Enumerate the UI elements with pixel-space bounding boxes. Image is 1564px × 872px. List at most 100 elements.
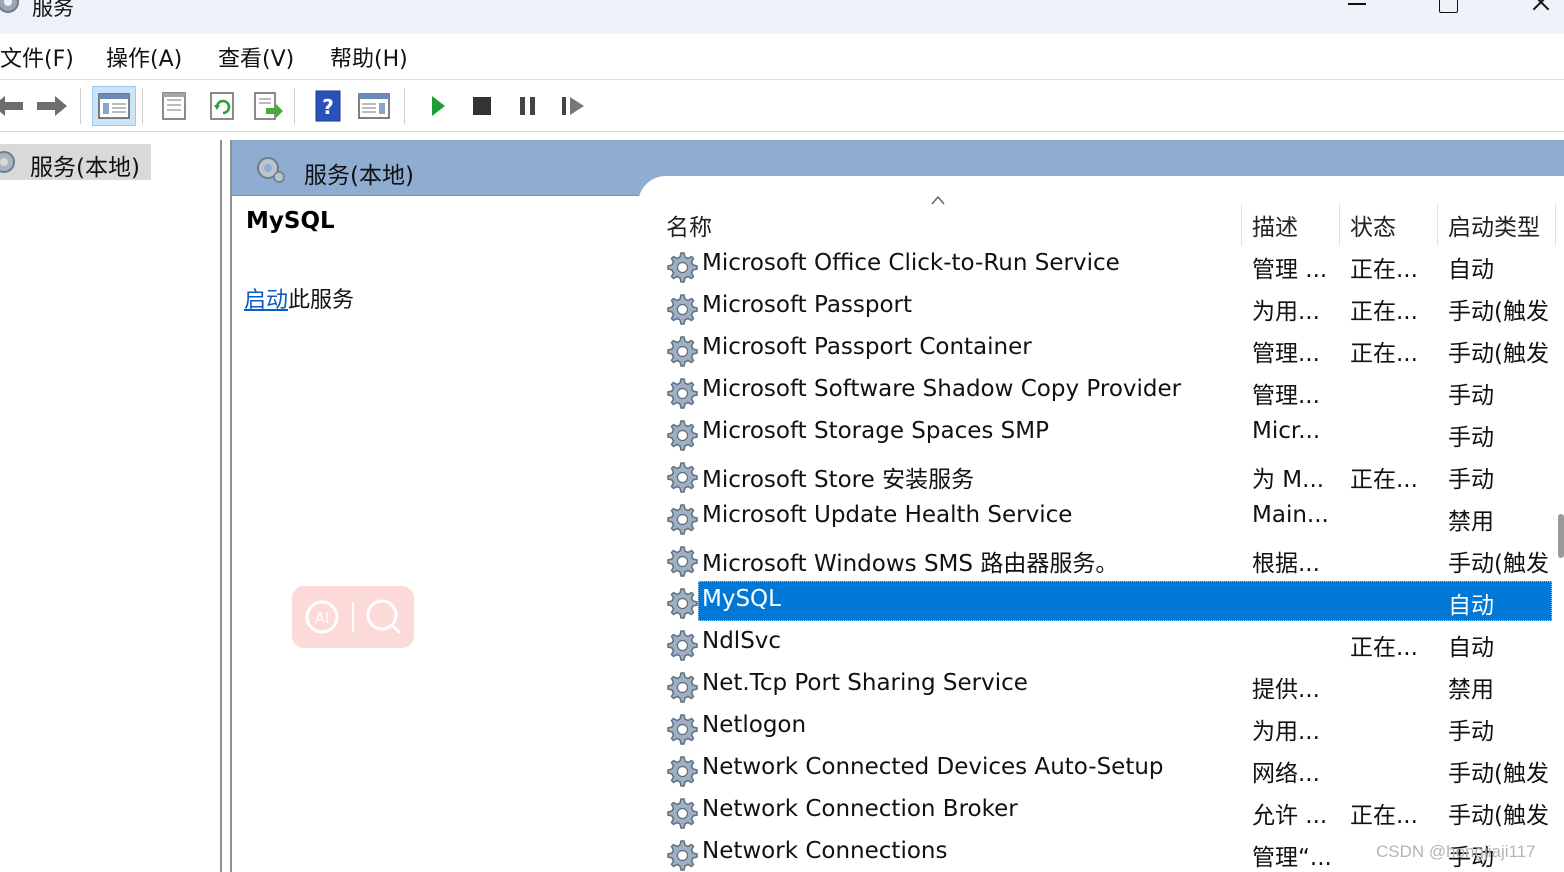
service-status: 正在... <box>1350 257 1418 283</box>
pane-title: 服务(本地) <box>304 163 414 189</box>
service-description: 网络... <box>1252 761 1320 787</box>
services-gear-icon <box>257 157 285 183</box>
tree-item-label: 服务(本地) <box>30 155 140 181</box>
service-startup-type: 手动(触发 <box>1448 551 1549 577</box>
service-gear-icon <box>664 627 698 661</box>
service-row[interactable]: Microsoft Office Click-to-Run Service 管理 … <box>646 244 1564 286</box>
service-description: Main... <box>1252 502 1329 528</box>
refresh-icon[interactable] <box>200 86 244 126</box>
service-description: 允许 ... <box>1252 803 1328 829</box>
service-name: Network Connected Devices Auto-Setup <box>702 754 1164 780</box>
service-gear-icon <box>664 669 698 703</box>
service-row[interactable]: Network Connection Broker 允许 ... 正在... 手动(触… <box>646 790 1564 832</box>
service-startup-type: 手动 <box>1448 425 1494 451</box>
service-row[interactable]: Netlogon 为用... 手动 <box>646 706 1564 748</box>
pause-service-icon[interactable] <box>506 86 550 126</box>
maximize-button[interactable] <box>1425 0 1471 18</box>
service-row[interactable]: Microsoft Store 安装服务 为 M... 正在... 手动 <box>646 454 1564 496</box>
service-row[interactable]: Microsoft Storage Spaces SMP Micr... 手动 <box>646 412 1564 454</box>
service-gear-icon <box>664 459 698 493</box>
service-startup-type: 手动 <box>1448 383 1494 409</box>
service-gear-icon <box>664 249 698 283</box>
close-button[interactable] <box>1518 0 1564 18</box>
service-startup-type: 手动(触发 <box>1448 761 1549 787</box>
service-row[interactable]: Network Connected Devices Auto-Setup 网络..… <box>646 748 1564 790</box>
vertical-scrollbar-thumb[interactable] <box>1558 514 1564 558</box>
service-row[interactable]: Microsoft Update Health Service Main... 禁用 <box>646 496 1564 538</box>
restart-service-icon[interactable] <box>552 86 596 126</box>
help-icon[interactable]: ? <box>306 86 350 126</box>
console-tree: 服务(本地) <box>0 140 222 872</box>
back-arrow-icon[interactable] <box>0 86 30 126</box>
show-action-pane-icon[interactable] <box>352 86 396 126</box>
service-description: 为 M... <box>1252 467 1325 493</box>
service-name: Network Connections <box>702 838 948 864</box>
service-name: Netlogon <box>702 712 807 738</box>
service-startup-type: 自动 <box>1448 257 1494 283</box>
services-gear-icon <box>0 0 19 13</box>
services-gear-icon <box>0 151 15 173</box>
menu-help[interactable]: 帮助(H) <box>330 41 408 73</box>
menu-action[interactable]: 操作(A) <box>106 41 182 73</box>
selected-service-title: MySQL <box>246 208 335 234</box>
service-name: Microsoft Windows SMS 路由器服务。 <box>702 551 1119 577</box>
service-description: 为用... <box>1252 719 1320 745</box>
service-status: 正在... <box>1350 467 1418 493</box>
service-startup-type: 手动(触发 <box>1448 803 1549 829</box>
service-row[interactable]: MySQL 自动 <box>646 580 1564 622</box>
ai-search-icon: AI <box>305 599 402 635</box>
minimize-button[interactable] <box>1334 0 1380 18</box>
watermark: CSDN @hongjiaji117 <box>1376 842 1536 861</box>
service-row[interactable]: Microsoft Passport 为用... 正在... 手动(触发 <box>646 286 1564 328</box>
ai-assistant-badge[interactable]: AI <box>292 586 414 648</box>
service-status: 正在... <box>1350 341 1418 367</box>
service-description: 管理 ... <box>1252 257 1328 283</box>
start-service-link[interactable]: 启动 <box>244 288 288 313</box>
service-action-text: 启动此服务 <box>244 282 354 314</box>
start-service-icon[interactable] <box>416 86 460 126</box>
service-row[interactable]: Microsoft Passport Container 管理... 正在... 手动… <box>646 328 1564 370</box>
service-status: 正在... <box>1350 635 1418 661</box>
service-startup-type: 禁用 <box>1448 509 1494 535</box>
export-list-icon[interactable] <box>246 86 290 126</box>
service-description: 根据... <box>1252 551 1320 577</box>
service-name: Microsoft Software Shadow Copy Provider <box>702 376 1182 402</box>
service-row[interactable]: Microsoft Windows SMS 路由器服务。 根据... 手动(触发 <box>646 538 1564 580</box>
show-hide-console-tree-icon[interactable] <box>92 86 136 126</box>
window-title: 服务 <box>32 0 74 20</box>
service-name: Microsoft Storage Spaces SMP <box>702 418 1049 444</box>
column-header-startup-type[interactable]: 启动类型 <box>1438 204 1556 246</box>
properties-icon[interactable] <box>152 86 196 126</box>
tree-item-services-local[interactable]: 服务(本地) <box>0 144 151 181</box>
service-status: 正在... <box>1350 803 1418 829</box>
service-gear-icon <box>664 543 698 577</box>
service-name: Network Connection Broker <box>702 796 1018 822</box>
column-header-name[interactable]: 名称 <box>656 204 1242 246</box>
service-gear-icon <box>664 291 698 325</box>
service-gear-icon <box>664 585 698 619</box>
service-name: Microsoft Store 安装服务 <box>702 467 975 493</box>
column-header-status[interactable]: 状态 <box>1340 204 1438 246</box>
menu-file[interactable]: 文件(F) <box>0 41 74 73</box>
service-gear-icon <box>664 711 698 745</box>
service-row[interactable]: Net.Tcp Port Sharing Service 提供... 禁用 <box>646 664 1564 706</box>
service-startup-type: 自动 <box>1448 593 1494 619</box>
svg-text:?: ? <box>322 95 334 119</box>
toolbar: ? <box>0 80 1564 132</box>
column-header-description[interactable]: 描述 <box>1242 204 1340 246</box>
service-name: Microsoft Passport Container <box>702 334 1032 360</box>
service-description: 提供... <box>1252 677 1320 703</box>
service-startup-type: 手动 <box>1448 719 1494 745</box>
forward-arrow-icon[interactable] <box>30 86 74 126</box>
svg-text:AI: AI <box>315 609 330 627</box>
service-startup-type: 手动(触发 <box>1448 341 1549 367</box>
service-row[interactable]: Microsoft Software Shadow Copy Provider 管… <box>646 370 1564 412</box>
service-row[interactable]: NdlSvc 正在... 自动 <box>646 622 1564 664</box>
service-startup-type: 手动(触发 <box>1448 299 1549 325</box>
service-description: 为用... <box>1252 299 1320 325</box>
service-gear-icon <box>664 375 698 409</box>
menu-view[interactable]: 查看(V) <box>218 41 294 73</box>
stop-service-icon[interactable] <box>460 86 504 126</box>
service-description: 管理... <box>1252 383 1320 409</box>
service-startup-type: 自动 <box>1448 635 1494 661</box>
